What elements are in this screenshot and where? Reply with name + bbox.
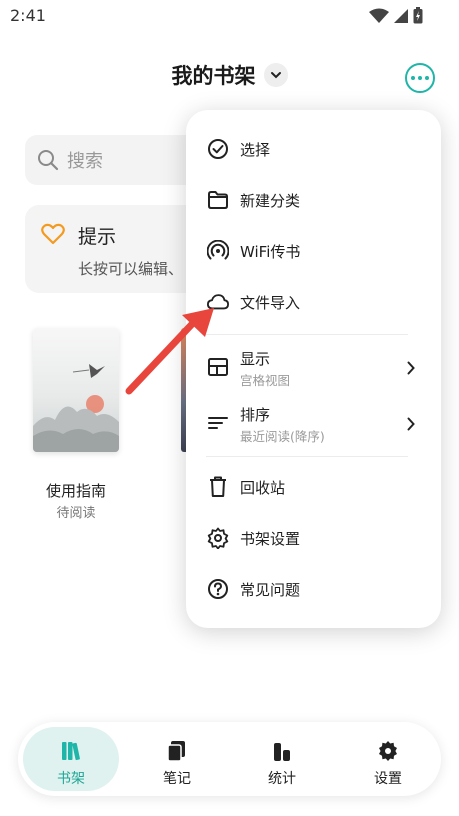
status-time: 2:41	[10, 6, 46, 25]
menu-divider	[206, 456, 408, 457]
options-menu: 选择 新建分类 WiFi传书 文件导入 显示 宫格视图 排序 最近阅读(降序) …	[186, 110, 441, 628]
nav-item-notes[interactable]: 笔记	[129, 727, 225, 791]
status-icons	[369, 7, 423, 24]
menu-item-label: 回收站	[240, 478, 286, 497]
notes-icon	[167, 741, 185, 762]
chevron-right-icon	[407, 416, 415, 435]
stats-icon	[274, 743, 290, 761]
search-icon	[38, 150, 59, 171]
more-dot	[411, 76, 415, 80]
cloud-icon	[207, 291, 229, 313]
menu-item-new-category[interactable]: 新建分类	[186, 177, 441, 223]
menu-item-shelf-settings[interactable]: 书架设置	[186, 515, 441, 561]
menu-item-select[interactable]: 选择	[186, 126, 441, 172]
cell-signal-icon	[394, 8, 408, 23]
menu-item-label: 选择	[240, 140, 271, 159]
menu-item-label: 显示	[240, 350, 271, 368]
sort-icon	[207, 412, 229, 434]
book-status: 待阅读	[56, 506, 96, 521]
more-dot	[425, 76, 429, 80]
nav-label: 统计	[268, 771, 296, 787]
menu-item-wifi-transfer[interactable]: WiFi传书	[186, 228, 441, 274]
battery-icon	[413, 7, 423, 24]
heart-icon	[41, 223, 65, 245]
bottom-nav: 书架 笔记 统计 设置	[18, 722, 441, 796]
chevron-down-icon	[270, 72, 281, 79]
trash-icon	[207, 476, 229, 498]
menu-divider	[206, 334, 408, 335]
books-icon	[62, 742, 80, 761]
gear-icon	[379, 741, 397, 761]
status-bar: 2:41	[0, 0, 459, 32]
nav-label: 书架	[57, 771, 85, 787]
tip-title: 提示	[78, 226, 117, 248]
book-cover[interactable]	[33, 328, 119, 452]
tip-text: 长按可以编辑、	[78, 260, 184, 278]
header: 我的书架	[0, 60, 459, 90]
page-title: 我的书架	[171, 64, 256, 88]
menu-item-sublabel: 最近阅读(降序)	[240, 429, 325, 444]
menu-item-label: 文件导入	[240, 293, 301, 312]
question-icon	[207, 578, 229, 600]
gear-icon	[207, 527, 229, 549]
chevron-right-icon	[407, 360, 415, 379]
menu-item-label: 排序	[240, 406, 271, 424]
menu-item-sublabel: 宫格视图	[240, 373, 291, 388]
nav-label: 设置	[374, 771, 402, 787]
menu-item-label: WiFi传书	[240, 242, 301, 261]
book-cover-art	[33, 364, 119, 452]
menu-item-file-import[interactable]: 文件导入	[186, 279, 441, 325]
grid-layout-icon	[207, 356, 229, 378]
menu-item-label: 常见问题	[240, 580, 301, 599]
menu-item-sort[interactable]: 排序 最近阅读(降序)	[186, 400, 441, 450]
menu-item-recycle-bin[interactable]: 回收站	[186, 464, 441, 510]
wifi-signal-icon	[369, 8, 389, 23]
folder-icon	[207, 189, 229, 211]
nav-item-settings[interactable]: 设置	[340, 727, 436, 791]
menu-item-display[interactable]: 显示 宫格视图	[186, 344, 441, 394]
nav-label: 笔记	[163, 771, 191, 787]
book-title: 使用指南	[45, 482, 106, 500]
menu-item-label: 书架设置	[240, 529, 301, 548]
menu-item-faq[interactable]: 常见问题	[186, 566, 441, 612]
more-options-button[interactable]	[405, 63, 435, 93]
shelf-dropdown-button[interactable]	[263, 63, 288, 87]
search-placeholder: 搜索	[67, 151, 103, 172]
nav-item-stats[interactable]: 统计	[234, 727, 330, 791]
wifi-broadcast-icon	[207, 240, 229, 262]
more-dot	[418, 76, 422, 80]
check-circle-icon	[207, 138, 229, 160]
menu-item-label: 新建分类	[240, 191, 301, 210]
nav-item-bookshelf[interactable]: 书架	[23, 727, 119, 791]
